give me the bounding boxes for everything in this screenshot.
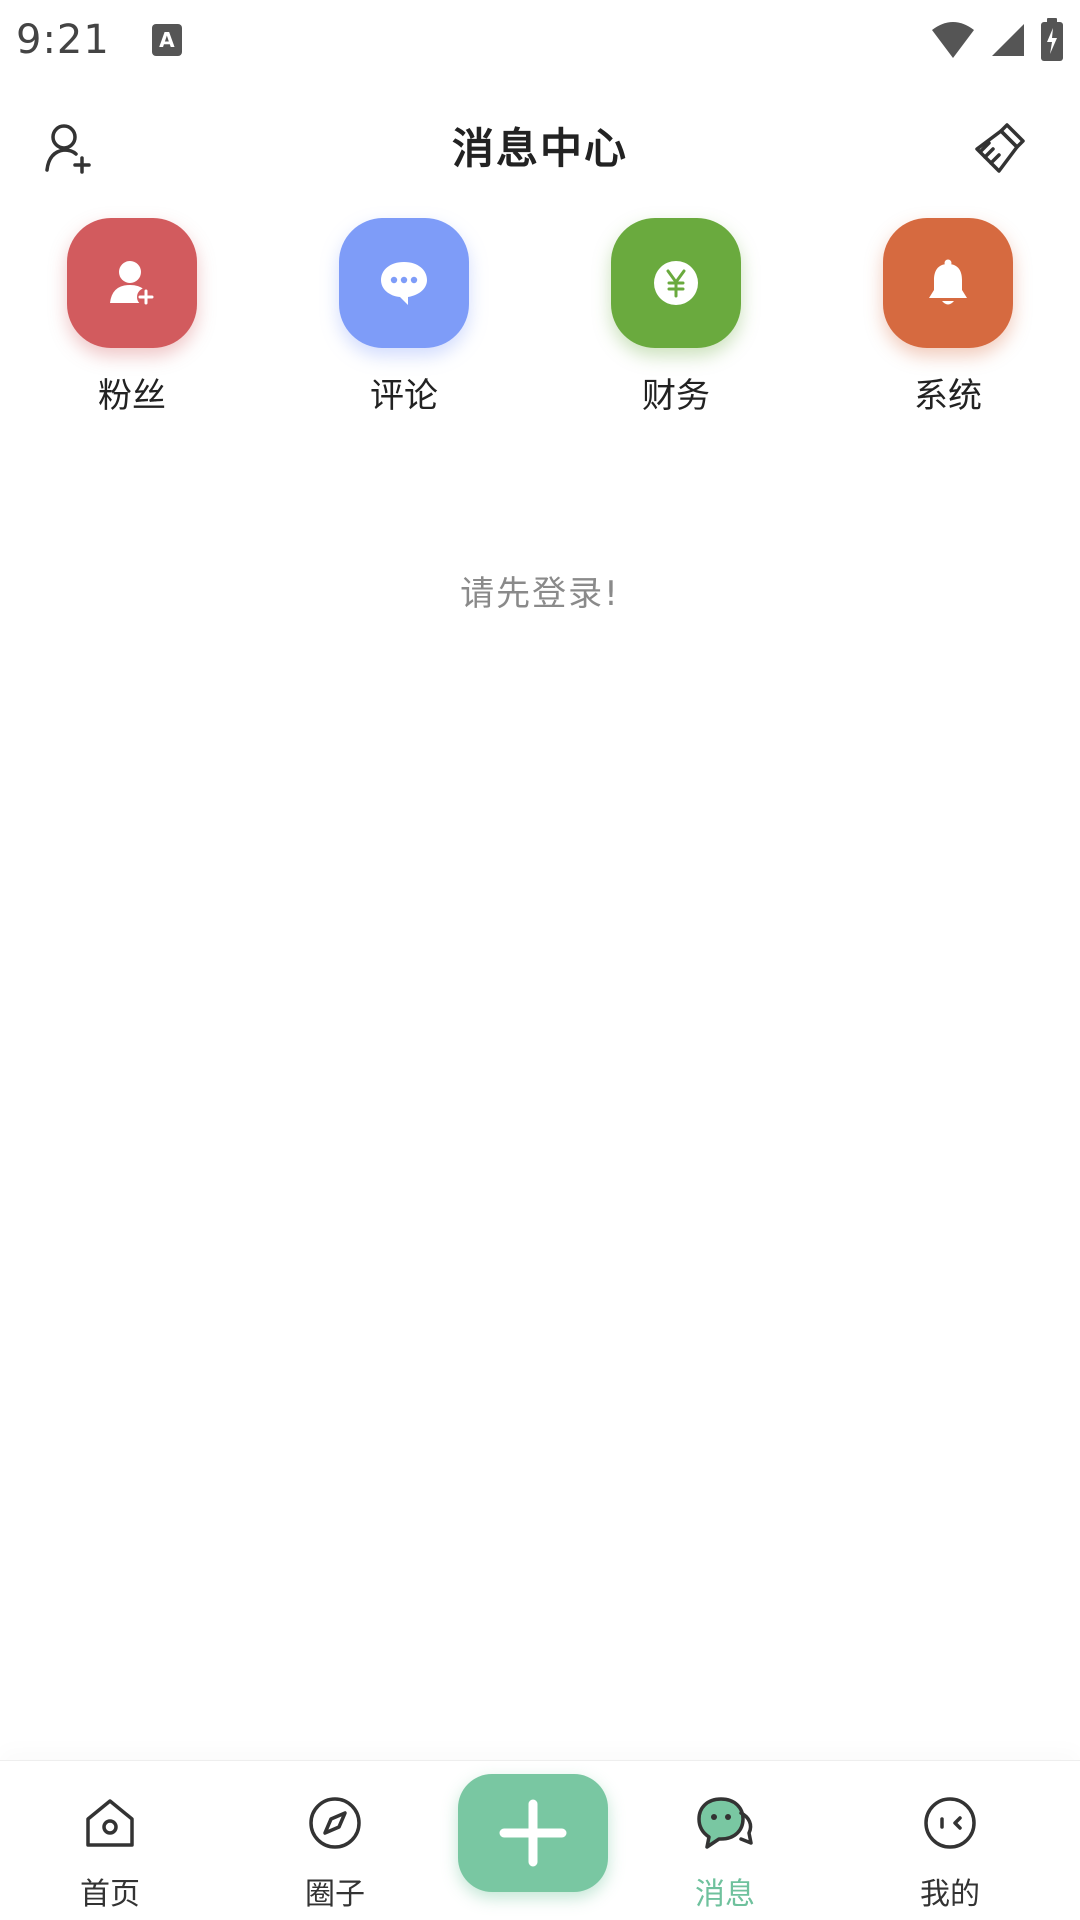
clear-brush-icon	[975, 123, 1025, 173]
finance-icon-tile	[611, 218, 741, 348]
message-icon	[697, 1797, 753, 1849]
message-categories: 粉丝 评论 财务 系统	[0, 218, 1080, 418]
status-left: 9:21 A	[16, 17, 182, 63]
nav-label: 消息	[695, 1877, 755, 1912]
signal-icon	[992, 24, 1024, 56]
bell-icon	[929, 259, 967, 305]
nav-home[interactable]: 首页	[20, 1761, 200, 1920]
comment-icon-tile	[339, 218, 469, 348]
system-icon-tile	[883, 218, 1013, 348]
home-icon-wrap	[78, 1791, 142, 1855]
nav-label: 我的	[920, 1877, 980, 1912]
compass-icon	[309, 1797, 361, 1849]
status-time: 9:21	[16, 17, 110, 63]
nav-messages[interactable]: 消息	[635, 1761, 815, 1920]
status-bar: 9:21 A	[0, 0, 1080, 80]
fans-icon	[110, 261, 155, 306]
battery-icon	[1041, 18, 1063, 61]
category-label: 财务	[642, 376, 710, 416]
category-fans[interactable]: 粉丝	[65, 218, 199, 418]
wifi-icon	[932, 22, 974, 58]
plus-icon	[499, 1799, 567, 1867]
header: 消息中心	[0, 100, 1080, 190]
comment-icon	[381, 262, 427, 305]
category-label: 评论	[370, 376, 438, 416]
nav-label: 首页	[80, 1877, 140, 1912]
page-title: 消息中心	[451, 123, 628, 173]
profile-face-icon	[924, 1797, 976, 1849]
category-label: 系统	[914, 376, 982, 416]
add-user-button[interactable]	[40, 120, 96, 176]
status-right	[930, 18, 1064, 62]
clear-messages-button[interactable]	[972, 120, 1028, 176]
category-system[interactable]: 系统	[881, 218, 1015, 418]
category-finance[interactable]: 财务	[609, 218, 743, 418]
profile-face-icon-wrap	[918, 1791, 982, 1855]
add-user-icon	[45, 124, 91, 174]
message-center-screen: 9:21 A 消息中心 粉丝 评论 财务 系统 请先登录! 首页 圈子 消息 我…	[0, 0, 1080, 1920]
home-icon	[86, 1799, 134, 1847]
fans-icon-tile	[67, 218, 197, 348]
notification-a-icon: A	[151, 24, 182, 56]
finance-icon	[654, 261, 698, 305]
login-prompt[interactable]: 请先登录!	[0, 566, 1080, 615]
category-comment[interactable]: 评论	[337, 218, 471, 418]
category-label: 粉丝	[98, 376, 166, 416]
nav-circle[interactable]: 圈子	[245, 1761, 425, 1920]
compass-icon-wrap	[303, 1791, 367, 1855]
nav-label: 圈子	[305, 1877, 365, 1912]
create-post-button[interactable]	[458, 1774, 608, 1892]
message-icon-wrap	[693, 1791, 757, 1855]
nav-me[interactable]: 我的	[860, 1761, 1040, 1920]
